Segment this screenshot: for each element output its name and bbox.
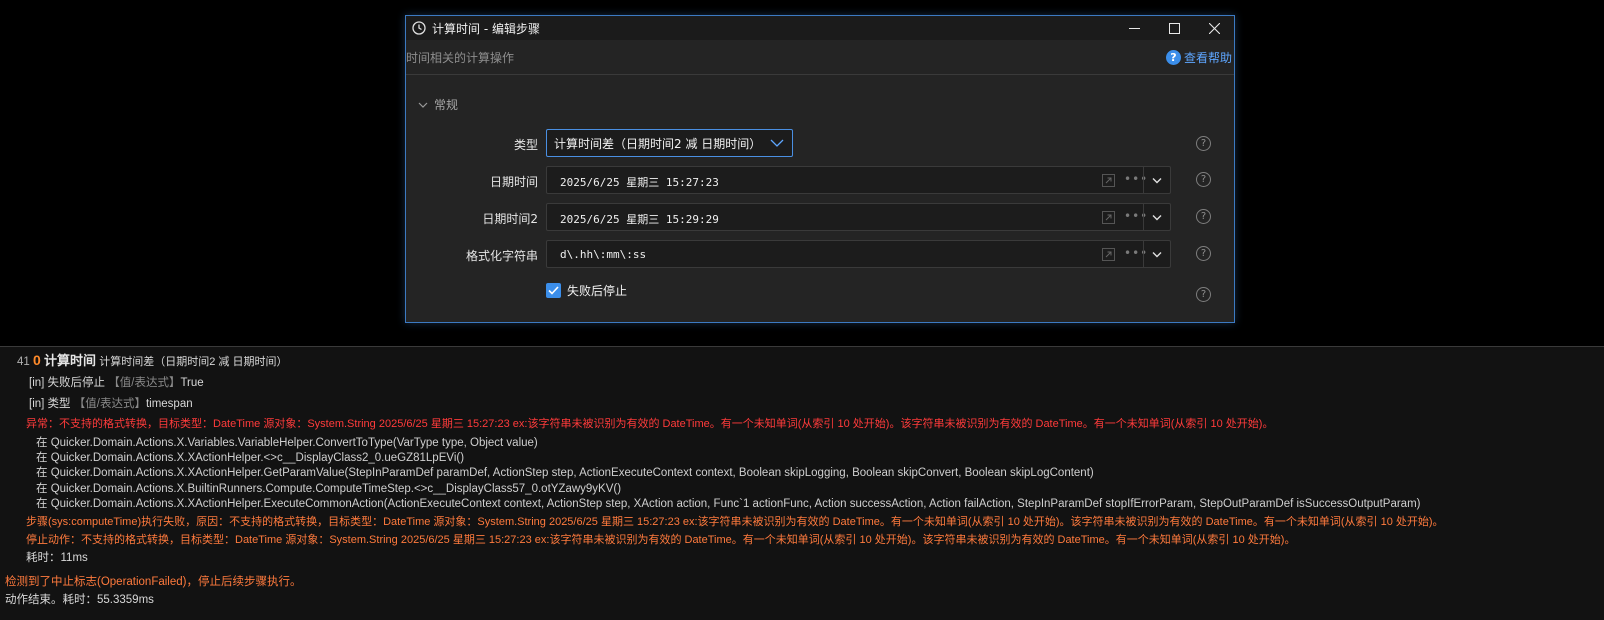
log-end-line: 动作结束。耗时：55.3359ms [5, 594, 154, 606]
log-in-param-2-value: timespan [145, 398, 193, 410]
type-label: 类型 [513, 138, 538, 152]
datetime2-help-icon[interactable]: ? [1196, 209, 1211, 224]
datetime2-input[interactable]: 2025/6/25 星期三 15:29:29 ••• [546, 203, 1171, 231]
chevron-down-icon [1152, 214, 1162, 220]
type-row: 类型 计算时间差（日期时间2 减 日期时间） ? [406, 129, 1236, 159]
log-step-depth: 0 [33, 352, 41, 368]
datetime1-input[interactable]: 2025/6/25 星期三 15:27:23 ••• [546, 166, 1171, 194]
help-link-label: 查看帮助 [1183, 51, 1232, 65]
dialog-title: 计算时间 - 编辑步骤 [432, 21, 540, 36]
stop-on-fail-help-icon[interactable]: ? [1196, 287, 1211, 302]
help-link[interactable]: ? 查看帮助 [1165, 49, 1232, 66]
log-abort-line: 检测到了中止标志(OperationFailed)，停止后续步骤执行。 [5, 576, 302, 588]
type-help-icon[interactable]: ? [1196, 136, 1211, 151]
dialog-subtitle: 时间相关的计算操作 [406, 50, 515, 65]
datetime1-label: 日期时间 [489, 175, 538, 189]
log-in-param-1-hint: 【值/表达式】 [108, 377, 181, 389]
stop-on-fail-label: 失败后停止 [567, 284, 628, 298]
maximize-button[interactable] [1154, 16, 1194, 40]
datetime2-label: 日期时间2 [482, 212, 538, 226]
log-trace-line: 在 Quicker.Domain.Actions.X.XActionHelper… [36, 452, 465, 464]
expand-icon[interactable] [1102, 211, 1115, 224]
log-step-header: 41 0 计算时间 计算时间差（日期时间2 减 日期时间） [17, 350, 287, 369]
datetime1-help-icon[interactable]: ? [1196, 172, 1211, 187]
log-step-desc: 计算时间差（日期时间2 减 日期时间） [99, 356, 288, 368]
log-in-param-2-hint: 【值/表达式】 [73, 398, 146, 410]
log-in-param-2-label: [in] 类型 [29, 398, 71, 410]
type-select[interactable]: 计算时间差（日期时间2 减 日期时间） [546, 129, 793, 157]
log-in-param-1-label: [in] 失败后停止 [29, 377, 106, 389]
datetime1-row: 日期时间 2025/6/25 星期三 15:27:23 ••• ? [406, 166, 1236, 196]
expand-icon[interactable] [1102, 248, 1115, 261]
datetime1-dropdown-button[interactable] [1143, 167, 1170, 193]
log-step-index: 41 [17, 356, 30, 368]
datetime2-dropdown-button[interactable] [1143, 204, 1170, 230]
log-panel[interactable]: 41 0 计算时间 计算时间差（日期时间2 减 日期时间） [in] 失败后停止… [0, 347, 1604, 620]
datetime1-value: 2025/6/25 星期三 15:27:23 [560, 176, 719, 189]
type-select-value: 计算时间差（日期时间2 减 日期时间） [554, 136, 762, 151]
log-trace-line: 在 Quicker.Domain.Actions.X.XActionHelper… [36, 467, 1094, 479]
stop-on-fail-checkbox[interactable] [546, 283, 561, 298]
chevron-down-icon [418, 102, 428, 108]
section-general-label: 常规 [434, 98, 459, 112]
chevron-down-icon [770, 139, 784, 147]
log-trace-line: 在 Quicker.Domain.Actions.X.BuiltinRunner… [36, 483, 622, 495]
format-help-icon[interactable]: ? [1196, 246, 1211, 261]
format-value: d\.hh\:mm\:ss [560, 248, 647, 261]
expand-icon[interactable] [1102, 174, 1115, 187]
minimize-button[interactable] [1114, 16, 1154, 40]
log-trace-line: 在 Quicker.Domain.Actions.X.XActionHelper… [36, 498, 1421, 510]
log-error-line: 异常：不支持的格式转换，目标类型：DateTime 源对象：System.Str… [26, 418, 1274, 430]
format-dropdown-button[interactable] [1143, 241, 1170, 267]
format-row: 格式化字符串 d\.hh\:mm\:ss ••• ? [406, 240, 1236, 270]
chevron-down-icon [1152, 177, 1162, 183]
close-button[interactable] [1194, 16, 1234, 40]
subtitle-row: 时间相关的计算操作 ? 查看帮助 [406, 40, 1234, 75]
log-step-title: 计算时间 [44, 353, 97, 368]
stop-on-fail-checkbox-row[interactable]: 失败后停止 [546, 282, 627, 299]
checkmark-icon [548, 286, 559, 295]
log-elapsed-line: 耗时：11ms [26, 552, 88, 564]
minimize-icon [1128, 27, 1140, 29]
section-general-toggle[interactable]: 常规 [418, 96, 458, 113]
datetime2-value: 2025/6/25 星期三 15:29:29 [560, 213, 719, 226]
edit-step-dialog: 计算时间 - 编辑步骤 时间相关的计算操作 ? 查看帮助 常规 类型 计算时间差… [405, 15, 1235, 323]
log-in-param-1-value: True [180, 377, 204, 389]
log-step-failed-line: 步骤(sys:computeTime)执行失败，原因：不支持的格式转换，目标类型… [26, 516, 1444, 528]
help-icon: ? [1165, 50, 1181, 65]
format-input[interactable]: d\.hh\:mm\:ss ••• [546, 240, 1171, 268]
datetime2-row: 日期时间2 2025/6/25 星期三 15:29:29 ••• ? [406, 203, 1236, 233]
log-in-param-2: [in] 类型 【值/表达式】timespan [29, 395, 193, 411]
chevron-down-icon [1152, 251, 1162, 257]
title-bar[interactable]: 计算时间 - 编辑步骤 [406, 16, 1234, 40]
clock-icon [412, 21, 426, 35]
maximize-icon [1168, 22, 1180, 34]
format-label: 格式化字符串 [465, 249, 538, 263]
close-icon [1208, 22, 1220, 34]
log-stop-action-line: 停止动作：不支持的格式转换，目标类型：DateTime 源对象：System.S… [26, 534, 1296, 546]
log-in-param-1: [in] 失败后停止 【值/表达式】True [29, 374, 204, 390]
log-trace-line: 在 Quicker.Domain.Actions.X.Variables.Var… [36, 437, 538, 449]
